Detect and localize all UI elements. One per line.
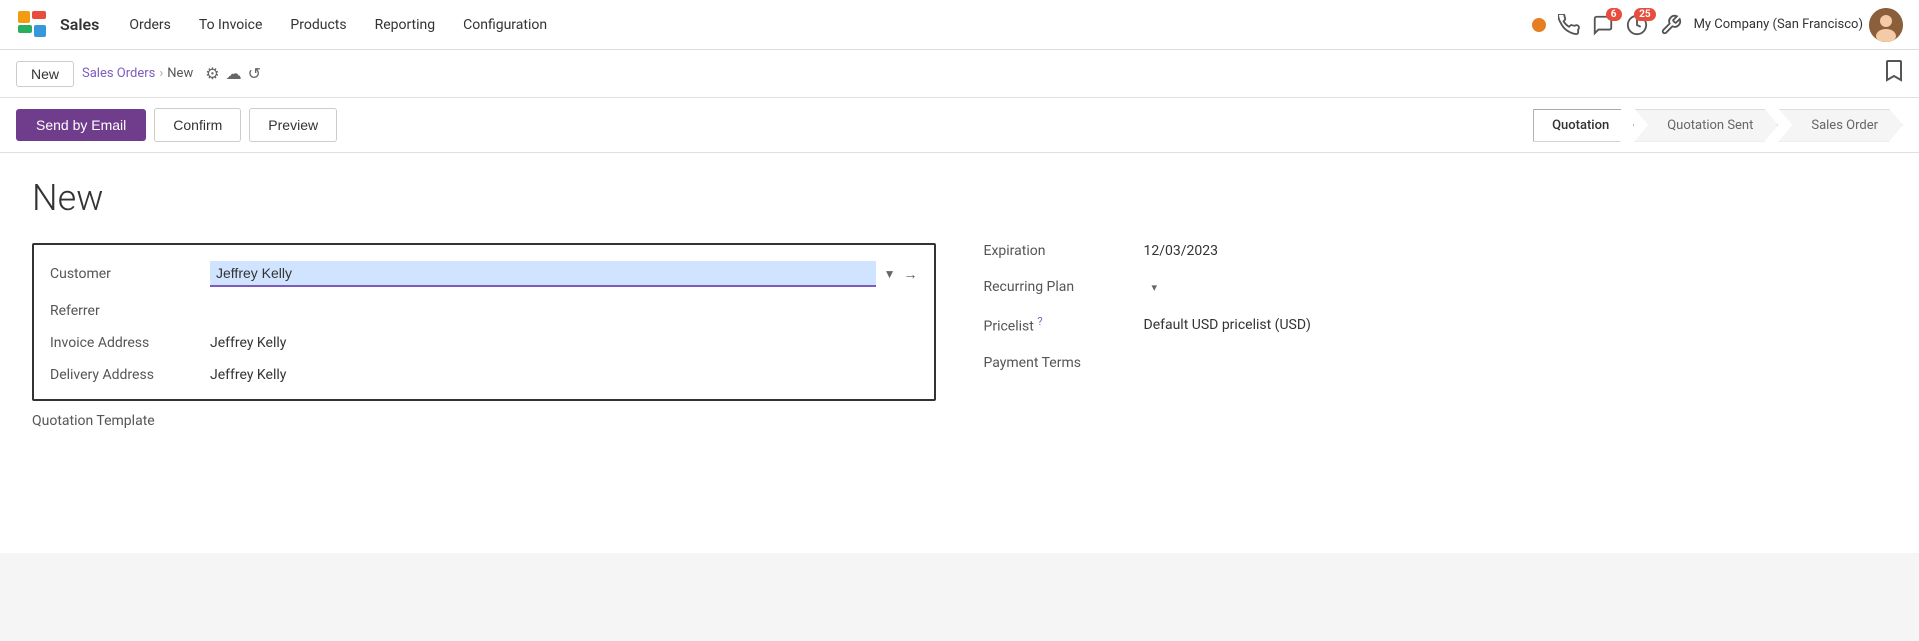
recurring-plan-dropdown[interactable]: ▾ <box>1152 281 1158 294</box>
status-step-quotation[interactable]: Quotation <box>1533 109 1634 142</box>
avatar-image <box>1869 8 1903 42</box>
company-name: My Company (San Francisco) <box>1694 17 1863 32</box>
payment-terms-label: Payment Terms <box>984 355 1144 371</box>
clock-button[interactable]: 25 <box>1626 14 1648 36</box>
invoice-address-value: Jeffrey Kelly <box>210 335 918 351</box>
top-navigation: Sales Orders To Invoice Products Reporti… <box>0 0 1919 50</box>
delivery-address-row: Delivery Address Jeffrey Kelly <box>50 367 918 383</box>
menu-orders[interactable]: Orders <box>115 0 185 50</box>
preview-button[interactable]: Preview <box>249 108 337 142</box>
breadcrumb-current: New <box>167 66 193 81</box>
recurring-plan-label: Recurring Plan <box>984 279 1144 295</box>
button-bar: Send by Email Confirm Preview Quotation … <box>0 98 1919 153</box>
wrench-button[interactable] <box>1660 14 1682 36</box>
status-bar: Quotation Quotation Sent Sales Order <box>1533 109 1903 142</box>
customer-dropdown-arrow[interactable]: ▼ <box>884 267 896 281</box>
gear-icon[interactable]: ⚙ <box>205 64 219 83</box>
referrer-row: Referrer <box>50 303 918 319</box>
form-section: Customer ▼ → Referrer Invoice Address Je… <box>32 243 1887 429</box>
menu-configuration[interactable]: Configuration <box>449 0 561 50</box>
status-dot-button[interactable] <box>1532 18 1546 32</box>
status-step-quotation-sent[interactable]: Quotation Sent <box>1634 109 1778 142</box>
bookmark-icon <box>1885 60 1903 82</box>
quotation-template-label: Quotation Template <box>32 413 192 429</box>
chat-button[interactable]: 6 <box>1592 14 1614 36</box>
form-right: Expiration 12/03/2023 Recurring Plan ▾ P… <box>984 243 1888 429</box>
menu-products[interactable]: Products <box>276 0 360 50</box>
app-name[interactable]: Sales <box>60 15 99 34</box>
clock-badge: 25 <box>1634 8 1655 21</box>
payment-terms-row: Payment Terms <box>984 355 1888 371</box>
bookmark-button[interactable] <box>1885 60 1903 87</box>
phone-icon <box>1558 14 1580 36</box>
pricelist-label: Pricelist ? <box>984 315 1144 335</box>
quotation-template-row: Quotation Template <box>32 413 936 429</box>
pricelist-value: Default USD pricelist (USD) <box>1144 317 1888 333</box>
undo-icon[interactable]: ↺ <box>248 64 261 83</box>
recurring-plan-value: ▾ <box>1144 281 1888 294</box>
expiration-row: Expiration 12/03/2023 <box>984 243 1888 259</box>
referrer-label: Referrer <box>50 303 210 319</box>
app-logo[interactable] <box>16 9 48 41</box>
wrench-icon <box>1660 14 1682 36</box>
invoice-address-row: Invoice Address Jeffrey Kelly <box>50 335 918 351</box>
breadcrumb-separator: › <box>159 66 163 81</box>
pricelist-help-icon[interactable]: ? <box>1037 315 1042 328</box>
status-step-sales-order[interactable]: Sales Order <box>1778 109 1903 142</box>
pricelist-row: Pricelist ? Default USD pricelist (USD) <box>984 315 1888 335</box>
customer-nav-arrow[interactable]: → <box>904 266 918 283</box>
customer-input-wrapper: ▼ → <box>210 261 918 287</box>
status-steps: Quotation Quotation Sent Sales Order <box>1533 109 1903 142</box>
breadcrumb-parent[interactable]: Sales Orders <box>82 66 155 81</box>
customer-label: Customer <box>50 266 210 282</box>
menu-to-invoice[interactable]: To Invoice <box>185 0 277 50</box>
new-button[interactable]: New <box>16 61 74 87</box>
user-avatar <box>1869 8 1903 42</box>
invoice-address-label: Invoice Address <box>50 335 210 351</box>
customer-row: Customer ▼ → <box>50 261 918 287</box>
customer-input[interactable] <box>210 261 876 287</box>
main-content: New Customer ▼ → Referrer <box>0 153 1919 553</box>
user-menu[interactable]: My Company (San Francisco) <box>1694 8 1903 42</box>
customer-box: Customer ▼ → Referrer Invoice Address Je… <box>32 243 936 401</box>
record-actions: ⚙ ☁ ↺ <box>205 64 261 83</box>
chat-badge: 6 <box>1606 8 1622 21</box>
breadcrumb: Sales Orders › New <box>82 66 193 81</box>
form-left: Customer ▼ → Referrer Invoice Address Je… <box>32 243 936 429</box>
delivery-address-label: Delivery Address <box>50 367 210 383</box>
menu-reporting[interactable]: Reporting <box>361 0 450 50</box>
topnav-right: 6 25 My Company (San Francisco) <box>1532 8 1903 42</box>
delivery-address-value: Jeffrey Kelly <box>210 367 918 383</box>
expiration-label: Expiration <box>984 243 1144 259</box>
form-title: New <box>32 177 1887 219</box>
action-bar: New Sales Orders › New ⚙ ☁ ↺ <box>0 50 1919 98</box>
status-dot-icon <box>1532 18 1546 32</box>
confirm-button[interactable]: Confirm <box>154 108 241 142</box>
send-by-email-button[interactable]: Send by Email <box>16 109 146 141</box>
phone-button[interactable] <box>1558 14 1580 36</box>
top-menu: Orders To Invoice Products Reporting Con… <box>115 0 561 50</box>
expiration-value: 12/03/2023 <box>1144 243 1888 259</box>
recurring-plan-row: Recurring Plan ▾ <box>984 279 1888 295</box>
cloud-save-icon[interactable]: ☁ <box>226 64 242 83</box>
